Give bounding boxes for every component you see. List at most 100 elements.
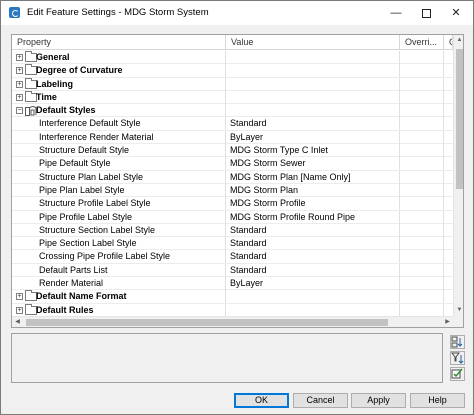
value-cell[interactable]	[226, 90, 400, 104]
value-cell[interactable]: Standard	[226, 250, 400, 264]
override-cell[interactable]	[400, 170, 444, 184]
value-cell[interactable]: Standard	[226, 263, 400, 277]
value-cell[interactable]: MDG Storm Plan [Name Only]	[226, 170, 400, 184]
child-override-cell[interactable]	[444, 91, 453, 104]
grid-property-row[interactable]: Render Material ByLayer	[12, 277, 453, 291]
property-cell[interactable]: + Degree of Curvature	[12, 64, 226, 78]
grid-property-row[interactable]: Pipe Section Label Style Standard	[12, 237, 453, 251]
check-all-button[interactable]	[450, 367, 465, 381]
property-grid[interactable]: Property Value Overri... C + General + Degr…	[11, 34, 464, 328]
grid-property-row[interactable]: Structure Section Label Style Standard	[12, 223, 453, 238]
grid-property-row[interactable]: Pipe Plan Label Style MDG Storm Plan	[12, 183, 453, 198]
expand-icon[interactable]: +	[16, 80, 23, 88]
property-cell[interactable]: Structure Section Label Style	[12, 223, 226, 237]
child-override-cell[interactable]	[444, 304, 453, 317]
override-cell[interactable]	[400, 157, 444, 171]
grid-property-row[interactable]: Structure Plan Label Style MDG Storm Plan…	[12, 170, 453, 184]
grid-property-row[interactable]: Default Parts List Standard	[12, 263, 453, 278]
sort-filter-button[interactable]	[450, 351, 465, 365]
scroll-left-icon[interactable]: ◀	[12, 317, 23, 327]
override-cell[interactable]	[400, 144, 444, 158]
property-cell[interactable]: − Default Styles	[12, 104, 226, 118]
value-cell[interactable]	[226, 104, 400, 118]
override-cell[interactable]	[400, 250, 444, 264]
grid-category-row[interactable]: + Degree of Curvature	[12, 64, 453, 78]
grid-category-row[interactable]: + General	[12, 51, 453, 65]
child-override-cell[interactable]	[444, 131, 453, 144]
property-cell[interactable]: Pipe Section Label Style	[12, 237, 226, 251]
grid-property-row[interactable]: Interference Default Style Standard	[12, 117, 453, 131]
close-button[interactable]: ✕	[441, 1, 471, 25]
help-button[interactable]: Help	[410, 393, 465, 408]
child-override-cell[interactable]	[444, 250, 453, 263]
grid-category-row[interactable]: − Default Styles	[12, 104, 453, 118]
override-cell[interactable]	[400, 237, 444, 251]
override-cell[interactable]	[400, 303, 444, 317]
child-override-cell[interactable]	[444, 224, 453, 237]
value-cell[interactable]: MDG Storm Profile	[226, 197, 400, 211]
child-override-cell[interactable]	[444, 197, 453, 210]
property-cell[interactable]: + Time	[12, 90, 226, 104]
expand-icon[interactable]: +	[16, 93, 23, 101]
horizontal-scroll-thumb[interactable]	[26, 319, 388, 326]
override-cell[interactable]	[400, 90, 444, 104]
grid-property-row[interactable]: Interference Render Material ByLayer	[12, 130, 453, 145]
value-cell[interactable]: Standard	[226, 117, 400, 131]
override-cell[interactable]	[400, 64, 444, 78]
expand-icon[interactable]: +	[16, 54, 23, 61]
column-header-override[interactable]: Overri...	[400, 35, 444, 50]
child-override-cell[interactable]	[444, 237, 453, 250]
ok-button[interactable]: OK	[234, 393, 289, 408]
child-override-cell[interactable]	[444, 117, 453, 130]
property-cell[interactable]: Structure Plan Label Style	[12, 170, 226, 184]
override-cell[interactable]	[400, 277, 444, 291]
vertical-scrollbar[interactable]: ▲ ▼	[453, 35, 463, 316]
grid-property-row[interactable]: Crossing Pipe Profile Label Style Standar…	[12, 250, 453, 264]
child-override-cell[interactable]	[444, 211, 453, 224]
column-header-property[interactable]: Property	[12, 35, 226, 50]
collapse-icon[interactable]: −	[16, 107, 23, 115]
child-override-cell[interactable]	[444, 64, 453, 77]
property-cell[interactable]: Crossing Pipe Profile Label Style	[12, 250, 226, 264]
value-cell[interactable]	[226, 51, 400, 64]
grid-category-row[interactable]: + Default Rules	[12, 303, 453, 317]
property-cell[interactable]: Default Parts List	[12, 263, 226, 277]
value-cell[interactable]	[226, 77, 400, 91]
child-override-cell[interactable]	[444, 171, 453, 184]
child-override-cell[interactable]	[444, 78, 453, 91]
grid-property-row[interactable]: Pipe Profile Label Style MDG Storm Profil…	[12, 210, 453, 224]
override-cell[interactable]	[400, 290, 444, 304]
property-cell[interactable]: Pipe Plan Label Style	[12, 183, 226, 197]
value-cell[interactable]: MDG Storm Profile Round Pipe	[226, 210, 400, 224]
child-override-cell[interactable]	[444, 277, 453, 290]
grid-category-row[interactable]: + Default Name Format	[12, 290, 453, 304]
child-override-cell[interactable]	[444, 51, 453, 64]
override-cell[interactable]	[400, 183, 444, 197]
property-cell[interactable]: Structure Profile Label Style	[12, 197, 226, 211]
override-cell[interactable]	[400, 263, 444, 277]
apply-button[interactable]: Apply	[351, 393, 406, 408]
property-cell[interactable]: + Default Name Format	[12, 290, 226, 304]
property-cell[interactable]: Pipe Default Style	[12, 157, 226, 171]
scroll-right-icon[interactable]: ▶	[442, 317, 453, 327]
scroll-up-icon[interactable]: ▲	[454, 35, 463, 46]
value-cell[interactable]: Standard	[226, 237, 400, 251]
child-override-cell[interactable]	[444, 157, 453, 170]
column-header-child-override[interactable]: C	[444, 35, 453, 50]
column-header-value[interactable]: Value	[226, 35, 400, 50]
override-cell[interactable]	[400, 77, 444, 91]
expand-icon[interactable]: +	[16, 293, 23, 301]
child-override-cell[interactable]	[444, 290, 453, 303]
value-cell[interactable]: Standard	[226, 223, 400, 237]
override-cell[interactable]	[400, 117, 444, 131]
grid-property-row[interactable]: Structure Default Style MDG Storm Type C …	[12, 144, 453, 158]
value-cell[interactable]: ByLayer	[226, 130, 400, 144]
value-cell[interactable]: MDG Storm Type C Inlet	[226, 144, 400, 158]
sort-categorized-button[interactable]	[450, 335, 465, 349]
property-cell[interactable]: + Labeling	[12, 77, 226, 91]
property-cell[interactable]: Structure Default Style	[12, 144, 226, 158]
child-override-cell[interactable]	[444, 104, 453, 117]
child-override-cell[interactable]	[444, 264, 453, 277]
expand-icon[interactable]: +	[16, 67, 23, 75]
horizontal-scrollbar[interactable]: ◀ ▶	[12, 316, 453, 327]
